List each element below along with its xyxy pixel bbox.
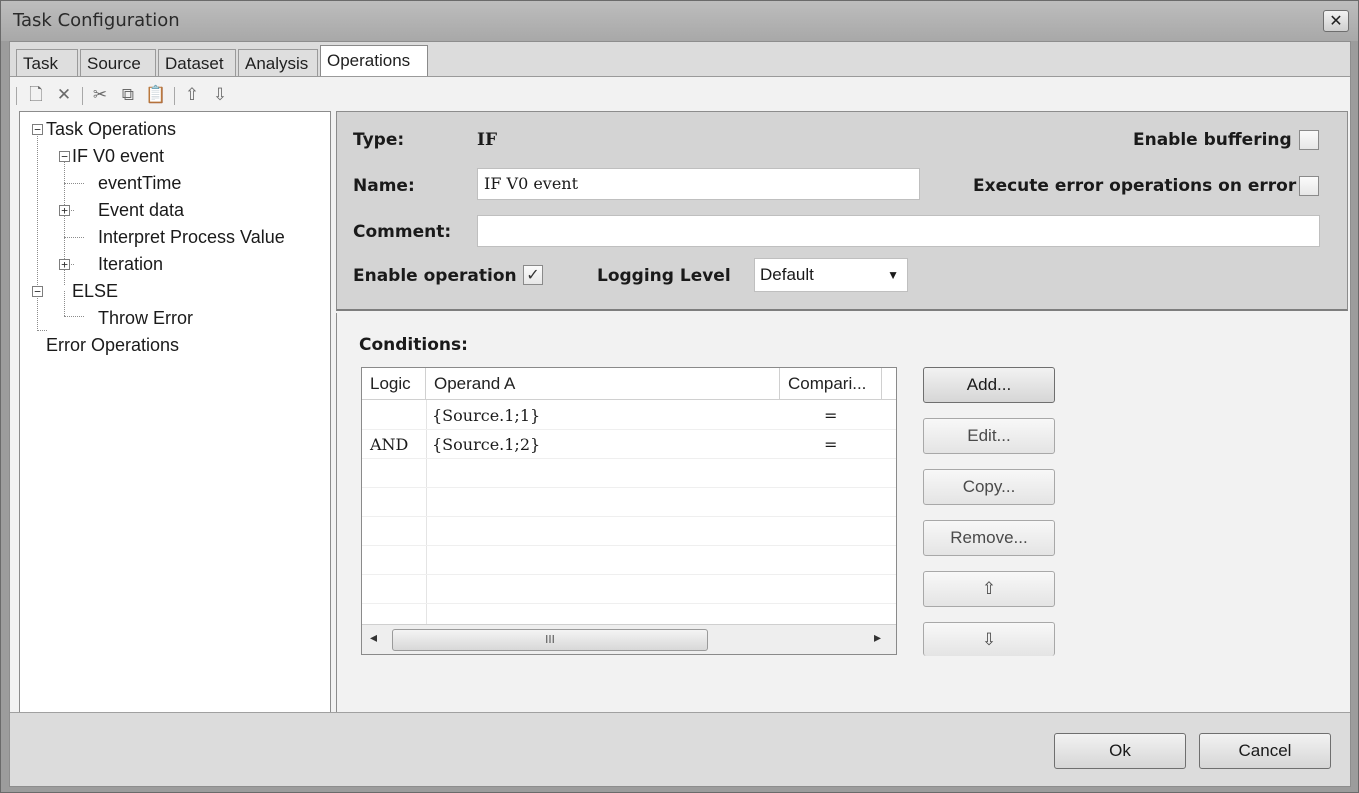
collapse-icon[interactable]: − (32, 124, 43, 135)
enable-operation-label: Enable operation (353, 266, 517, 286)
grip-icon: III (545, 633, 555, 646)
copy-icon[interactable]: ⧉ (116, 83, 140, 107)
enable-buffering-label: Enable buffering (1133, 130, 1292, 150)
tree-item-throw-error[interactable]: Throw Error (98, 307, 193, 329)
execute-error-checkbox[interactable] (1299, 176, 1319, 196)
delete-icon[interactable]: ✕ (52, 83, 76, 107)
tree-item-task-operations[interactable]: Task Operations (46, 118, 176, 140)
type-label: Type: (353, 130, 405, 150)
tree-item-event-data[interactable]: Event data (98, 199, 184, 221)
dialog-footer: Ok Cancel (10, 712, 1350, 786)
column-header-comparison[interactable]: Compari... (780, 368, 882, 400)
title-bar[interactable]: Task Configuration ✕ (1, 1, 1358, 41)
cancel-button[interactable]: Cancel (1199, 733, 1331, 769)
scroll-left-icon[interactable]: ◂ (370, 630, 377, 646)
move-condition-up-button[interactable]: ⇧ (923, 571, 1055, 607)
column-header-operand-a[interactable]: Operand A (426, 368, 780, 400)
collapse-icon[interactable]: − (59, 151, 70, 162)
tree-item-else[interactable]: ELSE (72, 280, 118, 302)
new-icon[interactable]: 🗋 (24, 83, 48, 107)
table-cell-operand-a[interactable]: {Source.1;1} (432, 401, 540, 430)
tree-item-error-operations[interactable]: Error Operations (46, 334, 179, 356)
tree-item-if-v0-event[interactable]: IF V0 event (72, 145, 164, 167)
tab-source[interactable]: Source (80, 49, 156, 77)
enable-operation-checkbox[interactable]: ✓ (523, 265, 543, 285)
logging-level-label: Logging Level (597, 266, 731, 286)
conditions-table[interactable]: Logic Operand A Compari... {Source.1;1} … (361, 367, 897, 655)
arrow-down-icon: ⇩ (981, 630, 997, 649)
copy-condition-button[interactable]: Copy... (923, 469, 1055, 505)
operations-tree[interactable]: − Task Operations − IF V0 event eventTim… (19, 111, 331, 713)
cut-icon[interactable]: ✂ (88, 83, 112, 107)
comment-label: Comment: (353, 222, 452, 242)
tab-operations[interactable]: Operations (320, 45, 428, 78)
tab-dataset[interactable]: Dataset (158, 49, 236, 77)
move-condition-down-button[interactable]: ⇩ (923, 622, 1055, 656)
tree-item-interpret-process-value[interactable]: Interpret Process Value (98, 226, 285, 248)
collapse-icon[interactable]: − (32, 286, 43, 297)
edit-condition-button[interactable]: Edit... (923, 418, 1055, 454)
dropdown-arrow-icon: ▼ (887, 268, 899, 282)
table-cell-comparison: = (824, 435, 838, 454)
type-value: IF (477, 130, 498, 150)
horizontal-scrollbar[interactable]: ◂ III ▸ (362, 624, 896, 654)
logging-level-select[interactable]: Default ▼ (754, 258, 908, 292)
tree-item-iteration[interactable]: Iteration (98, 253, 163, 275)
ok-button[interactable]: Ok (1054, 733, 1186, 769)
scroll-right-icon[interactable]: ▸ (874, 630, 881, 646)
dialog-client-area: Task Source Dataset Analysis Operations … (9, 41, 1351, 787)
column-header-logic[interactable]: Logic (362, 368, 426, 400)
name-label: Name: (353, 176, 415, 196)
operations-tab-panel: 🗋 ✕ ✂ ⧉ 📋 ⇧ ⇩ − Task Operations − IF V0 … (10, 76, 1350, 713)
table-cell-comparison: = (824, 406, 838, 425)
window-title: Task Configuration (13, 10, 180, 31)
checkmark-icon: ✓ (526, 265, 540, 284)
arrow-up-icon: ⇧ (981, 579, 997, 598)
enable-buffering-checkbox[interactable] (1299, 130, 1319, 150)
name-input[interactable]: IF V0 event (477, 168, 920, 200)
execute-error-label: Execute error operations on error (973, 176, 1297, 196)
conditions-section: Conditions: Logic Operand A Compari... {… (336, 313, 1348, 713)
close-icon: ✕ (1329, 11, 1343, 30)
expand-icon[interactable]: + (59, 205, 70, 216)
comment-input[interactable] (477, 215, 1320, 247)
conditions-label: Conditions: (359, 335, 468, 355)
task-configuration-window: Task Configuration ✕ Task Source Dataset… (0, 0, 1359, 793)
paste-icon[interactable]: 📋 (144, 83, 168, 107)
tree-item-eventtime[interactable]: eventTime (98, 172, 181, 194)
logging-level-value: Default (760, 265, 814, 284)
remove-condition-button[interactable]: Remove... (923, 520, 1055, 556)
close-button[interactable]: ✕ (1323, 10, 1349, 32)
tab-task[interactable]: Task (16, 49, 78, 77)
operation-properties-panel: Type: IF Enable buffering Name: IF V0 ev… (336, 111, 1348, 311)
table-cell-operand-a[interactable]: {Source.1;2} (432, 430, 540, 459)
add-condition-button[interactable]: Add... (923, 367, 1055, 403)
move-up-icon[interactable]: ⇧ (180, 83, 204, 107)
column-header-overflow (882, 368, 896, 400)
tab-analysis[interactable]: Analysis (238, 49, 318, 77)
scrollbar-thumb[interactable]: III (392, 629, 708, 651)
table-cell-logic: AND (370, 435, 409, 454)
expand-icon[interactable]: + (59, 259, 70, 270)
move-down-icon[interactable]: ⇩ (208, 83, 232, 107)
